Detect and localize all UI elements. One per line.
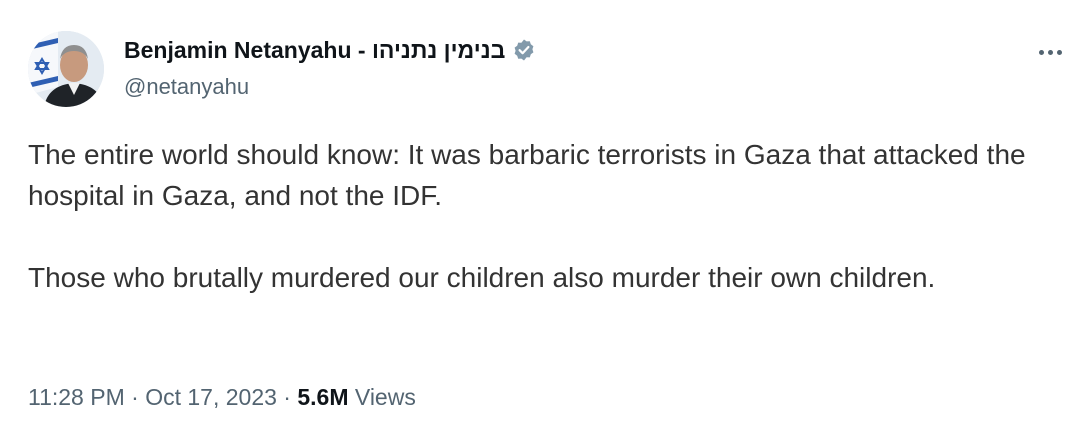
verified-badge-icon[interactable] (512, 38, 536, 62)
tweet-meta: 11:28 PM · Oct 17, 2023 · 5.6M Views (28, 381, 416, 413)
author-name-row: Benjamin Netanyahu - בנימין נתניהו (124, 36, 536, 64)
tweet-time[interactable]: 11:28 PM (28, 384, 125, 410)
views-count[interactable]: 5.6M (297, 384, 348, 410)
author-handle[interactable]: @netanyahu (124, 73, 249, 101)
more-options-icon[interactable] (1032, 38, 1068, 66)
avatar[interactable] (28, 31, 104, 107)
tweet-paragraph-2: Those who brutally murdered our children… (28, 262, 936, 293)
tweet-card: Benjamin Netanyahu - בנימין נתניהו @neta… (0, 0, 1088, 438)
tweet-paragraph-1: The entire world should know: It was bar… (28, 139, 1026, 211)
avatar-photo (28, 31, 104, 107)
tweet-date[interactable]: Oct 17, 2023 (145, 384, 277, 410)
meta-separator: · (276, 384, 298, 410)
meta-separator: · (124, 384, 146, 410)
views-label: Views (348, 384, 416, 410)
author-display-name[interactable]: Benjamin Netanyahu - בנימין נתניהו (124, 36, 505, 64)
tweet-text: The entire world should know: It was bar… (28, 134, 1048, 298)
